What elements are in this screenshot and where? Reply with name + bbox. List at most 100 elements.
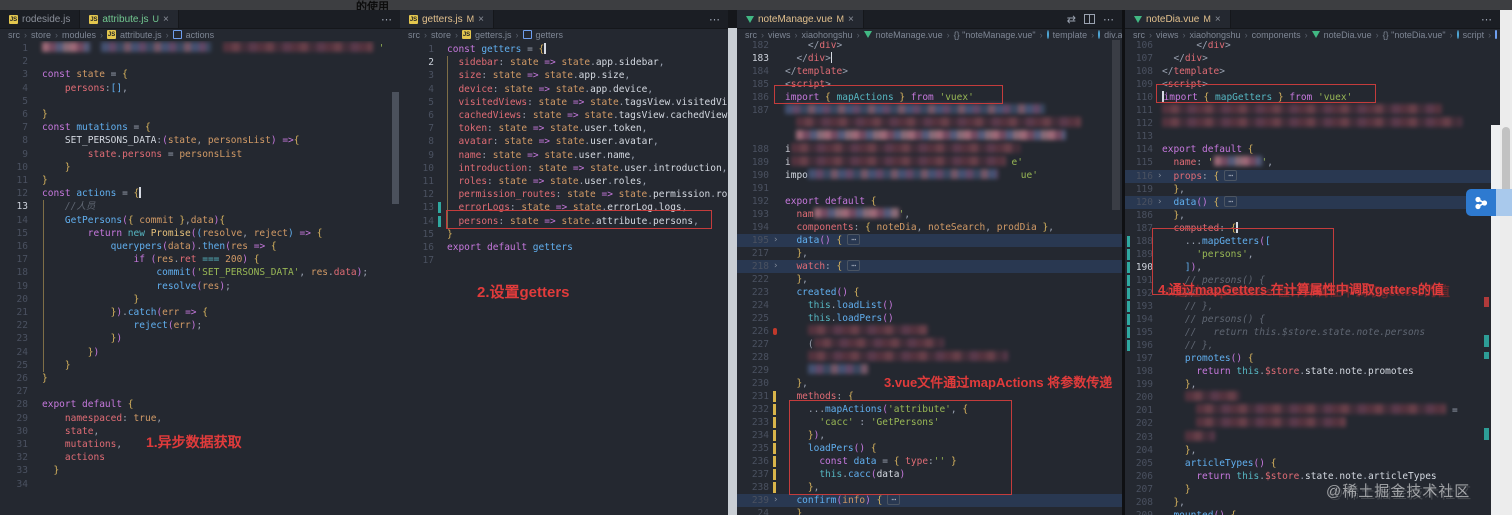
code-line[interactable]: 32 actions (0, 451, 400, 464)
breadcrumb-item[interactable]: components (1252, 30, 1301, 40)
folded-code-badge[interactable]: ⋯ (1224, 195, 1238, 207)
code-line[interactable]: 222 }, (737, 273, 1122, 286)
code-line[interactable]: 24 }) (0, 346, 400, 359)
code-line[interactable]: 4 persons:[], (0, 82, 400, 95)
code-line[interactable]: 201 = (1125, 404, 1500, 417)
breadcrumb-item[interactable]: xiaohongshu (1190, 30, 1241, 40)
code-line[interactable]: 196 // }, (1125, 339, 1500, 352)
code-line[interactable]: 10 } (0, 161, 400, 174)
code-line[interactable]: 2 (0, 55, 400, 68)
page-scrollbar-track[interactable] (1500, 0, 1512, 515)
code-line[interactable]: 192 export default { (737, 195, 1122, 208)
breadcrumb-item[interactable]: noteManage.vue (876, 30, 943, 40)
breadcrumb-item[interactable]: actions (186, 30, 215, 40)
code-line[interactable]: 34 (0, 478, 400, 491)
breadcrumb-item[interactable]: xiaohongshu (802, 30, 853, 40)
fold-chevron-icon[interactable]: › (773, 494, 778, 507)
code-line[interactable]: 209 mounted() { (1125, 509, 1500, 515)
code-line[interactable]: 226 (737, 325, 1122, 338)
code-line[interactable]: 12 permission_routes: state => state.per… (400, 188, 728, 201)
code-line[interactable]: 188 i (737, 143, 1122, 156)
code-line[interactable]: 17 (400, 254, 728, 267)
close-icon[interactable]: × (848, 14, 854, 25)
code-line[interactable]: 28 export default { (0, 398, 400, 411)
code-line[interactable]: › 218 watch: {⋯ (737, 260, 1122, 273)
folded-code-badge[interactable]: ⋯ (847, 234, 861, 245)
breadcrumb-item[interactable]: noteDia.vue (1324, 30, 1372, 40)
breadcrumb-item[interactable]: {} "noteManage.vue" (954, 30, 1036, 40)
tab-noteManage.vue[interactable]: noteManage.vue M × (737, 10, 864, 28)
code-line[interactable]: 199 }, (1125, 378, 1500, 391)
more-actions-icon[interactable]: ⋯ (1481, 13, 1492, 26)
code-line[interactable]: › 239 confirm(info) {⋯ (737, 494, 1122, 507)
code-line[interactable]: 223 created() { (737, 286, 1122, 299)
code-line[interactable]: 197 promotes() { (1125, 352, 1500, 365)
editor-scrollbar-thumb-pane3[interactable] (1112, 40, 1120, 210)
code-line[interactable]: 23 }) (0, 332, 400, 345)
code-line[interactable]: 7 const mutations = { (0, 121, 400, 134)
code-line[interactable]: 9 state.persons = personsList (0, 148, 400, 161)
breadcrumb-item[interactable]: store (431, 30, 451, 40)
share-button[interactable] (1466, 189, 1512, 216)
breadcrumb-item[interactable]: div.app-container (1104, 30, 1122, 40)
code-line[interactable]: 184 </template> (737, 65, 1122, 78)
code-line[interactable]: 3 const state = { (0, 68, 400, 81)
code-line[interactable] (737, 117, 1122, 130)
code-line[interactable]: 8 SET_PERSONS_DATA:(state, personsList) … (0, 134, 400, 147)
tab-attribute.js[interactable]: JS attribute.js U × (80, 10, 179, 28)
code-line[interactable]: 2 sidebar: state => state.app.sidebar, (400, 56, 728, 69)
code-line[interactable]: 107 </div> (1125, 52, 1500, 65)
code-line[interactable]: 6} (0, 108, 400, 121)
code-line[interactable]: 111 (1125, 104, 1500, 117)
folded-code-badge[interactable]: ⋯ (887, 494, 901, 505)
breadcrumb-item[interactable]: attribute.js (120, 30, 162, 40)
code-line[interactable]: 198 return this.$store.state.note.promot… (1125, 365, 1500, 378)
code-line[interactable]: 24 } (737, 507, 1122, 515)
editor-scrollbar-thumb-pane1[interactable] (392, 92, 399, 204)
code-line[interactable]: 16 querypers(data).then(res => { (0, 240, 400, 253)
code-line[interactable]: › 116 props: {⋯ (1125, 169, 1500, 183)
code-line[interactable]: 19 resolve(res); (0, 280, 400, 293)
code-line[interactable]: 15} (400, 228, 728, 241)
code-line[interactable]: 112 (1125, 117, 1500, 130)
code-line[interactable]: 8 avatar: state => state.user.avatar, (400, 135, 728, 148)
tab-noteDia.vue[interactable]: noteDia.vue M × (1125, 10, 1231, 28)
code-line[interactable]: 119 }, (1125, 183, 1500, 196)
code-line[interactable]: 225 this.loadPers() (737, 312, 1122, 325)
code-line[interactable]: 190 impo ue' (737, 169, 1122, 182)
code-line[interactable]: 17 if (res.ret === 200) { (0, 253, 400, 266)
code-line[interactable]: › 195 data() {⋯ (737, 234, 1122, 247)
breadcrumb-item[interactable]: script (1463, 30, 1485, 40)
code-line[interactable]: 228 (737, 351, 1122, 364)
code-line[interactable]: 11} (0, 174, 400, 187)
code-line[interactable]: 15 return new Promise((resolve, reject) … (0, 227, 400, 240)
code-line[interactable]: 11 roles: state => state.user.roles, (400, 175, 728, 188)
close-icon[interactable]: × (163, 14, 169, 25)
code-line[interactable]: 108 </template> (1125, 65, 1500, 78)
close-icon[interactable]: × (1215, 14, 1221, 25)
code-line[interactable]: 7 token: state => state.user.token, (400, 122, 728, 135)
breadcrumb-item[interactable]: modules (62, 30, 96, 40)
code-line[interactable]: 224 this.loadList() (737, 299, 1122, 312)
code-line[interactable]: 9 name: state => state.user.name, (400, 149, 728, 162)
code-line[interactable]: 29 namespaced: true, (0, 412, 400, 425)
code-line[interactable]: 186 }, (1125, 209, 1500, 222)
breadcrumb-item[interactable]: getters.js (475, 30, 512, 40)
code-line[interactable]: 16 export default getters (400, 241, 728, 254)
code-line[interactable]: 33 } (0, 464, 400, 477)
code-line[interactable]: 193 // }, (1125, 300, 1500, 313)
code-line[interactable]: 20 } (0, 293, 400, 306)
code-line[interactable]: 5 visitedViews: state => state.tagsView.… (400, 96, 728, 109)
code-line[interactable]: 25 } (0, 359, 400, 372)
split-editor-icon[interactable] (1084, 14, 1095, 24)
breadcrumb-item[interactable]: views (1156, 30, 1179, 40)
fold-chevron-icon[interactable]: › (773, 234, 778, 247)
code-line[interactable]: 27 (0, 385, 400, 398)
breadcrumb-item[interactable]: store (31, 30, 51, 40)
code-line[interactable]: 115 name: ' ', (1125, 156, 1500, 169)
more-actions-icon[interactable]: ⋯ (709, 13, 720, 26)
breadcrumb-item[interactable]: getters (536, 30, 564, 40)
code-line[interactable]: 200 (1125, 391, 1500, 404)
code-line[interactable]: 114 export default { (1125, 143, 1500, 156)
code-line[interactable]: 10 introduction: state => state.user.int… (400, 162, 728, 175)
